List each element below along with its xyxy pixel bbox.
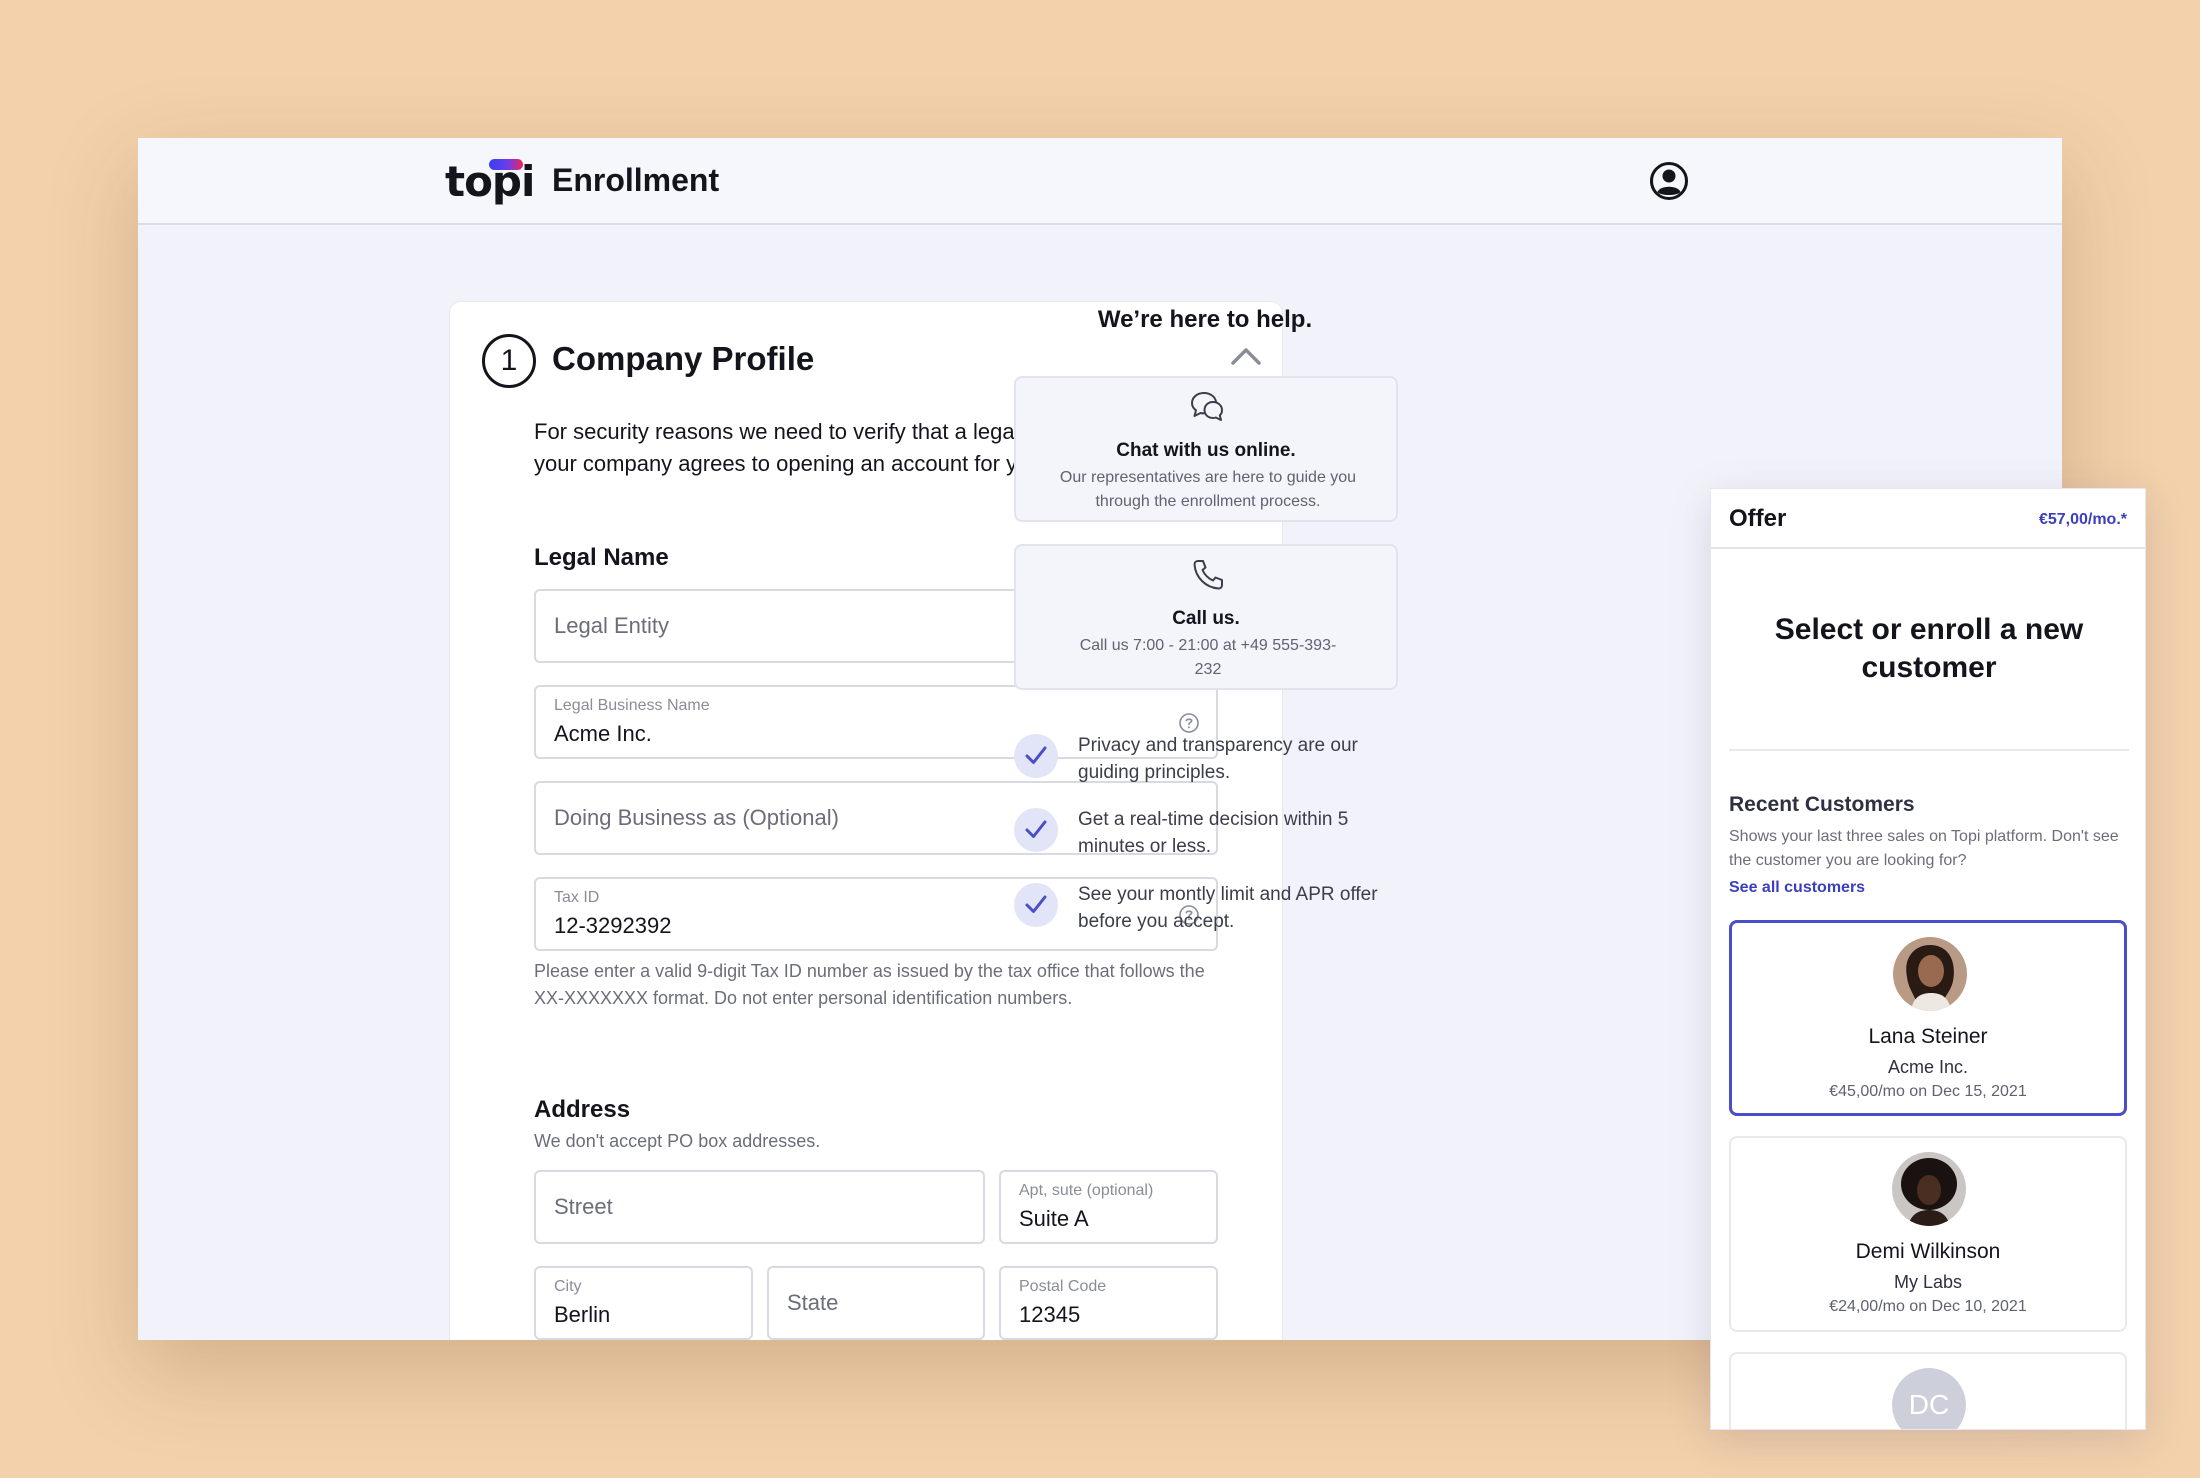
customer-name: Demi Wilkinson (1855, 1240, 2001, 1263)
chat-title: Chat with us online. (1116, 440, 1296, 461)
chat-bubbles-icon (1191, 392, 1223, 421)
state-placeholder: State (787, 1290, 839, 1315)
apt-label: Apt, sute (optional) (1019, 1182, 1154, 1199)
offer-panel: Offer €57,00/mo.* Select or enroll a new… (1710, 488, 2146, 1430)
help-title: We’re here to help. (1097, 306, 1313, 333)
city-value: Berlin (554, 1302, 611, 1327)
street-placeholder: Street (554, 1194, 613, 1219)
benefit-text: See your montly limit and APR offer befo… (1078, 884, 1378, 932)
apt-value: Suite A (1019, 1206, 1089, 1231)
chat-online-box[interactable]: Chat with us online. Our representatives… (1014, 376, 1398, 522)
offer-header: Offer €57,00/mo.* (1711, 489, 2145, 549)
address-hint: We don't accept PO box addresses. (534, 1131, 821, 1151)
tax-id-label: Tax ID (554, 889, 600, 906)
customer-company: My Labs (1893, 1272, 1963, 1292)
avatar: DC (1892, 1368, 1966, 1429)
customer-card[interactable]: DC (1729, 1352, 2127, 1429)
legal-business-name-label: Legal Business Name (554, 697, 710, 714)
offer-heading: Select or enroll a new customer (1774, 613, 2084, 684)
check-icon (1014, 734, 1058, 778)
state-field[interactable]: State (767, 1266, 985, 1340)
chevron-up-icon[interactable] (1230, 346, 1262, 366)
benefit-text: Get a real-time decision within 5 minute… (1078, 809, 1349, 857)
customer-company: Acme Inc. (1887, 1057, 1969, 1077)
call-us-box[interactable]: Call us. Call us 7:00 - 21:00 at +49 555… (1014, 544, 1398, 690)
call-text: Call us 7:00 - 21:00 at +49 555-393-232 (1079, 637, 1337, 678)
customer-card[interactable]: Demi Wilkinson My Labs €24,00/mo on Dec … (1729, 1136, 2127, 1332)
address-label: Address (534, 1096, 631, 1123)
apt-suite-field[interactable]: Apt, sute (optional) Suite A (999, 1170, 1218, 1244)
legal-business-name-value: Acme Inc. (554, 721, 652, 746)
city-label: City (554, 1278, 582, 1295)
chat-text: Our representatives are here to guide yo… (1059, 469, 1357, 510)
legal-entity-placeholder: Legal Entity (554, 613, 669, 638)
avatar (1893, 937, 1967, 1011)
recent-customers-description: Shows your last three sales on Topi plat… (1729, 828, 2119, 869)
step-number: 1 (482, 334, 536, 388)
tax-id-hint: Please enter a valid 9-digit Tax ID numb… (534, 961, 1205, 1008)
customer-name: Lana Steiner (1868, 1025, 1988, 1048)
benefit-text: Privacy and transparency are our guiding… (1078, 735, 1358, 783)
dba-placeholder: Doing Business as (Optional) (554, 805, 839, 830)
divider (1729, 749, 2129, 751)
legal-name-label: Legal Name (534, 544, 669, 571)
app-header: topi Enrollment (138, 138, 2062, 225)
see-all-customers-link[interactable]: See all customers (1729, 879, 1865, 897)
customer-card[interactable]: Lana Steiner Acme Inc. €45,00/mo on Dec … (1729, 920, 2127, 1116)
check-icon (1014, 808, 1058, 852)
customer-purchase-meta: €24,00/mo on Dec 10, 2021 (1829, 1298, 2027, 1315)
check-icon (1014, 883, 1058, 927)
postal-code-label: Postal Code (1019, 1278, 1107, 1295)
avatar-initials: DC (1892, 1368, 1966, 1429)
avatar (1892, 1152, 1966, 1226)
tax-id-value: 12-3292392 (554, 913, 672, 938)
call-title: Call us. (1172, 608, 1240, 629)
offer-price: €57,00/mo.* (2038, 511, 2127, 528)
logo-accent-bar (489, 159, 523, 170)
street-field[interactable]: Street (534, 1170, 985, 1244)
help-circle-icon[interactable] (1178, 712, 1200, 734)
postal-code-field[interactable]: Postal Code 12345 (999, 1266, 1218, 1340)
customer-purchase-meta: €45,00/mo on Dec 15, 2021 (1829, 1083, 2027, 1100)
city-field[interactable]: City Berlin (534, 1266, 753, 1340)
topi-logo[interactable]: topi (445, 155, 535, 209)
recent-customers-title: Recent Customers (1729, 793, 1915, 816)
postal-code-value: 12345 (1019, 1302, 1081, 1327)
account-icon[interactable] (1649, 161, 1689, 201)
page-title: Enrollment (552, 162, 720, 198)
offer-title: Offer (1729, 505, 1787, 532)
section-title: Company Profile (552, 340, 815, 377)
phone-icon (1193, 560, 1223, 590)
